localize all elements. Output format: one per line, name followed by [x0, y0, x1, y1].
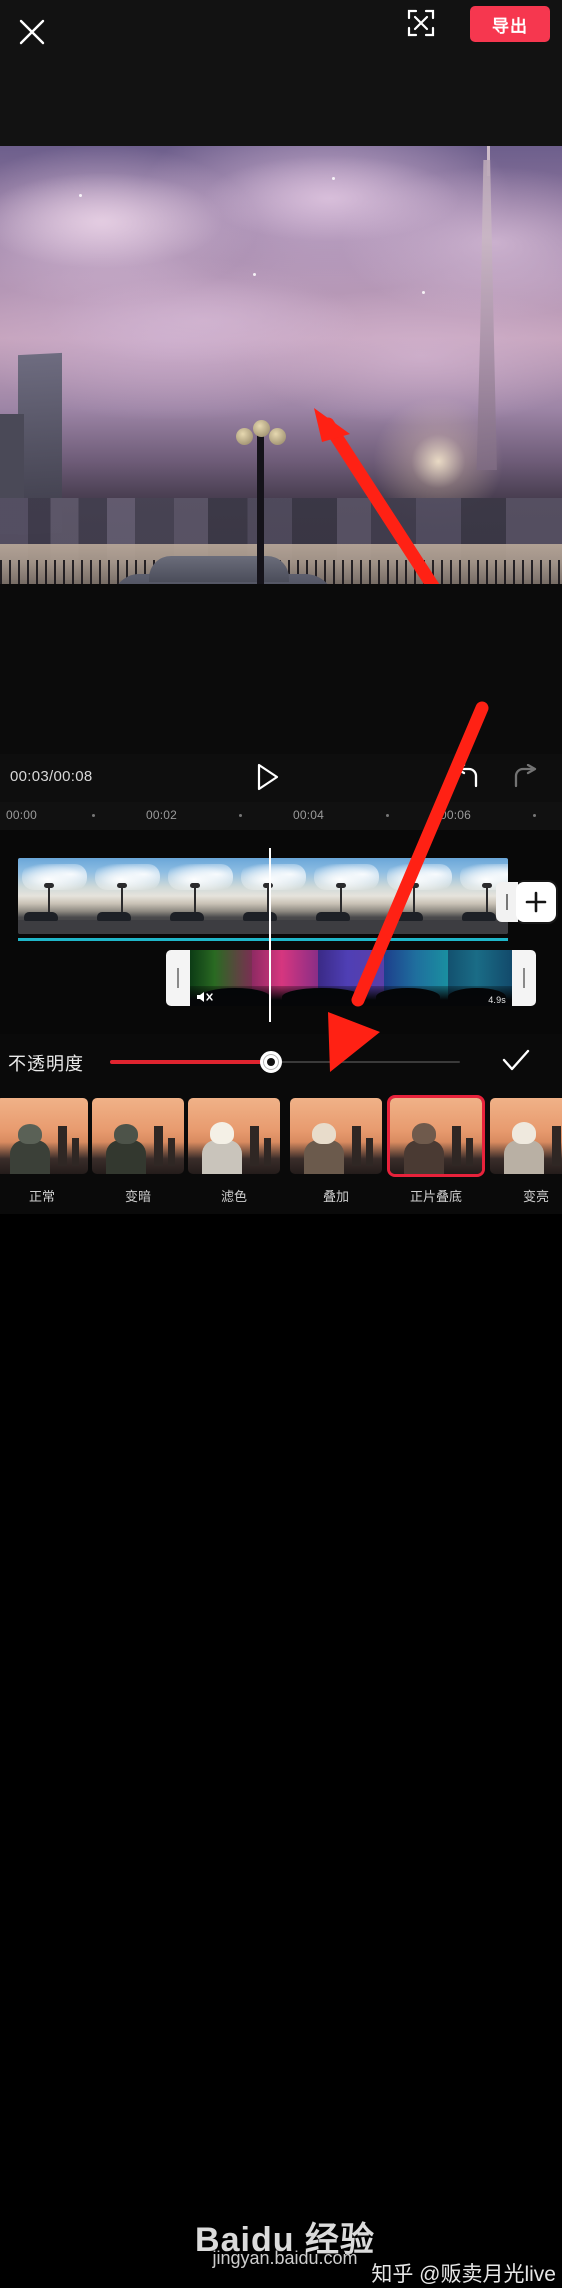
checkmark-icon: [502, 1049, 530, 1071]
street-lamp-head: [236, 418, 286, 454]
blend-thumbnail: [188, 1098, 280, 1174]
player-controls: 00:03/00:08: [0, 754, 562, 802]
overlay-video-track[interactable]: 4.9s: [166, 950, 536, 1006]
star-dot: [421, 290, 425, 294]
lamp-bulb: [269, 428, 286, 445]
opacity-panel: 不透明度: [0, 1034, 562, 1090]
main-video-track[interactable]: [18, 858, 508, 934]
video-frame-thumb: [164, 858, 238, 934]
street-lamp-pole: [257, 434, 264, 584]
close-button[interactable]: [6, 8, 58, 52]
cloud-shape: [44, 277, 360, 365]
video-frame-thumb: [310, 858, 384, 934]
add-clip-button[interactable]: [516, 882, 556, 922]
confirm-button[interactable]: [500, 1048, 544, 1078]
blend-thumbnail: [490, 1098, 562, 1174]
opacity-slider[interactable]: [110, 1051, 460, 1073]
star-dot: [331, 176, 335, 180]
video-frame-thumb: [91, 858, 165, 934]
video-frame-thumb: [237, 858, 311, 934]
overlay-clip-shadow: [190, 986, 512, 1006]
blend-thumbnail: [92, 1098, 184, 1174]
blend-mode-list[interactable]: 正常 变暗 滤色 叠加 正片叠底 变亮 Baidu 经验 jingyan.bai…: [0, 1090, 562, 2286]
play-button[interactable]: [252, 762, 288, 794]
play-triangle-icon: [252, 763, 282, 796]
timeline[interactable]: 00:00 00:02 00:04 00:06 4.9s: [0, 802, 562, 1034]
blend-mode-label: 滤色: [220, 1189, 247, 1204]
track-underline: [18, 938, 508, 941]
ruler-tick: 00:04: [293, 808, 325, 822]
video-preview[interactable]: [0, 146, 562, 584]
video-frame-thumb: [383, 858, 457, 934]
plus-icon: [525, 891, 547, 913]
zhihu-watermark: 知乎 @贩卖月光live: [371, 2263, 556, 2286]
blend-mode-label: 正片叠底: [409, 1189, 462, 1204]
timecode-display: 00:03/00:08: [10, 768, 93, 785]
ruler-dot: [92, 814, 95, 817]
ruler-tick: 00:06: [440, 808, 472, 822]
blend-thumbnail: [0, 1098, 88, 1174]
star-dot: [78, 194, 82, 198]
blend-thumbnail: [390, 1098, 482, 1174]
cloud-shape: [202, 154, 461, 243]
undo-button[interactable]: [452, 763, 486, 794]
preview-letterbox: [0, 584, 562, 754]
ruler-dot: [386, 814, 389, 817]
overlay-trim-handle-left[interactable]: [166, 950, 190, 1006]
ruler-dot: [533, 814, 536, 817]
top-bar: 导出: [0, 0, 562, 146]
opacity-label: 不透明度: [8, 1054, 84, 1074]
main-track-end-handle[interactable]: [496, 882, 518, 922]
blend-mode-label: 正常: [28, 1189, 55, 1204]
overlay-trim-handle-right[interactable]: [512, 950, 536, 1006]
overlay-clip[interactable]: [190, 950, 512, 1006]
fullscreen-expand-icon: [406, 9, 436, 42]
timeline-ruler[interactable]: 00:00 00:02 00:04 00:06: [0, 802, 562, 830]
car: [113, 556, 335, 584]
fullscreen-button[interactable]: [406, 8, 452, 52]
ruler-tick: 00:02: [146, 808, 178, 822]
export-label: 导出: [492, 16, 528, 36]
redo-button[interactable]: [510, 763, 544, 794]
mute-speaker-icon[interactable]: [196, 990, 214, 1004]
undo-arrow-icon: [452, 763, 482, 794]
overlay-clip-duration: 4.9s: [488, 995, 506, 1005]
baidu-url-watermark: jingyan.baidu.com: [212, 2248, 358, 2268]
video-editor-app: 导出 00:03/00:08 00:00 00:02 00:04 00:06 4…: [0, 0, 562, 2286]
playhead[interactable]: [269, 848, 271, 1022]
ruler-dot: [239, 814, 242, 817]
star-dot: [252, 273, 256, 277]
car-roof: [149, 556, 289, 582]
lamp-bulb: [253, 420, 270, 437]
blend-thumbnail: [290, 1098, 382, 1174]
export-button[interactable]: 导出: [470, 6, 550, 42]
blend-mode-label: 变亮: [522, 1189, 549, 1204]
opacity-slider-knob[interactable]: [260, 1051, 282, 1073]
baidu-watermark: Baidu 经验: [195, 2221, 375, 2259]
lamp-bulb: [236, 428, 253, 445]
blend-mode-label: 变暗: [124, 1189, 151, 1204]
ruler-tick: 00:00: [6, 808, 38, 822]
opacity-slider-fill: [110, 1060, 271, 1064]
blend-mode-label: 叠加: [322, 1189, 349, 1204]
video-frame-thumb: [18, 858, 92, 934]
redo-arrow-icon: [510, 763, 540, 794]
